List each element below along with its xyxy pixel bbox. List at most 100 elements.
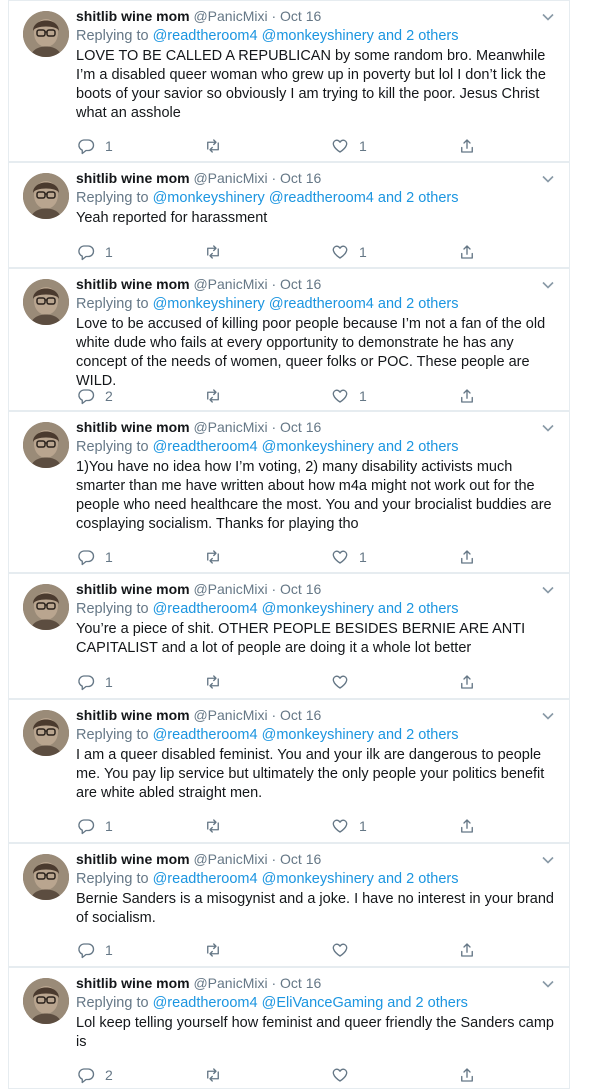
tweet-date[interactable]: Oct 16	[280, 851, 321, 867]
reply-button[interactable]: 2	[77, 1065, 113, 1085]
display-name[interactable]: shitlib wine mom	[76, 851, 190, 867]
avatar[interactable]	[23, 11, 69, 57]
chevron-down-icon[interactable]	[541, 709, 555, 723]
user-handle[interactable]: @PanicMixi	[193, 8, 267, 24]
retweet-button[interactable]	[204, 242, 232, 262]
share-button[interactable]	[458, 672, 476, 692]
replying-and[interactable]: and	[378, 601, 402, 617]
user-handle[interactable]: @PanicMixi	[193, 975, 267, 991]
mention-link[interactable]: @readtheroom4	[153, 995, 258, 1011]
display-name[interactable]: shitlib wine mom	[76, 276, 190, 292]
tweet[interactable]: shitlib wine mom @PanicMixi · Oct 16 Rep…	[8, 268, 570, 411]
retweet-button[interactable]	[204, 386, 232, 406]
mention-link[interactable]: @monkeyshinery	[262, 727, 374, 743]
mention-link[interactable]: @monkeyshinery	[262, 439, 374, 455]
others-link[interactable]: 2 others	[406, 727, 458, 743]
avatar[interactable]	[23, 279, 69, 325]
mention-link[interactable]: @monkeyshinery	[262, 871, 374, 887]
others-link[interactable]: 2 others	[406, 190, 458, 206]
mention-link[interactable]: @readtheroom4	[269, 190, 374, 206]
user-handle[interactable]: @PanicMixi	[193, 581, 267, 597]
replying-and[interactable]: and	[378, 871, 402, 887]
reply-button[interactable]: 1	[77, 672, 113, 692]
display-name[interactable]: shitlib wine mom	[76, 8, 190, 24]
others-link[interactable]: 2 others	[406, 871, 458, 887]
mention-link[interactable]: @monkeyshinery	[153, 296, 265, 312]
others-link[interactable]: 2 others	[416, 995, 468, 1011]
replying-and[interactable]: and	[387, 995, 411, 1011]
tweet[interactable]: shitlib wine mom @PanicMixi · Oct 16 Rep…	[8, 967, 570, 1089]
chevron-down-icon[interactable]	[541, 172, 555, 186]
replying-and[interactable]: and	[378, 28, 402, 44]
like-button[interactable]	[331, 940, 359, 960]
like-button[interactable]: 1	[331, 136, 367, 156]
like-button[interactable]: 1	[331, 386, 367, 406]
avatar[interactable]	[23, 710, 69, 756]
share-button[interactable]	[458, 940, 476, 960]
tweet[interactable]: shitlib wine mom @PanicMixi · Oct 16 Rep…	[8, 573, 570, 699]
avatar[interactable]	[23, 173, 69, 219]
user-handle[interactable]: @PanicMixi	[193, 419, 267, 435]
tweet[interactable]: shitlib wine mom @PanicMixi · Oct 16 Rep…	[8, 843, 570, 967]
display-name[interactable]: shitlib wine mom	[76, 707, 190, 723]
retweet-button[interactable]	[204, 547, 232, 567]
replying-and[interactable]: and	[378, 439, 402, 455]
retweet-button[interactable]	[204, 1065, 232, 1085]
tweet-date[interactable]: Oct 16	[280, 276, 321, 292]
tweet[interactable]: shitlib wine mom @PanicMixi · Oct 16 Rep…	[8, 0, 570, 162]
others-link[interactable]: 2 others	[406, 296, 458, 312]
like-button[interactable]: 1	[331, 816, 367, 836]
user-handle[interactable]: @PanicMixi	[193, 276, 267, 292]
avatar[interactable]	[23, 422, 69, 468]
share-button[interactable]	[458, 816, 476, 836]
mention-link[interactable]: @monkeyshinery	[153, 190, 265, 206]
tweet[interactable]: shitlib wine mom @PanicMixi · Oct 16 Rep…	[8, 411, 570, 573]
tweet-date[interactable]: Oct 16	[280, 170, 321, 186]
replying-and[interactable]: and	[378, 727, 402, 743]
user-handle[interactable]: @PanicMixi	[193, 851, 267, 867]
like-button[interactable]	[331, 672, 359, 692]
retweet-button[interactable]	[204, 816, 232, 836]
chevron-down-icon[interactable]	[541, 853, 555, 867]
reply-button[interactable]: 1	[77, 242, 113, 262]
chevron-down-icon[interactable]	[541, 10, 555, 24]
reply-button[interactable]: 2	[77, 386, 113, 406]
tweet[interactable]: shitlib wine mom @PanicMixi · Oct 16 Rep…	[8, 699, 570, 843]
display-name[interactable]: shitlib wine mom	[76, 975, 190, 991]
share-button[interactable]	[458, 136, 476, 156]
retweet-button[interactable]	[204, 940, 232, 960]
chevron-down-icon[interactable]	[541, 278, 555, 292]
reply-button[interactable]: 1	[77, 136, 113, 156]
avatar[interactable]	[23, 854, 69, 900]
tweet[interactable]: shitlib wine mom @PanicMixi · Oct 16 Rep…	[8, 162, 570, 268]
mention-link[interactable]: @readtheroom4	[153, 601, 258, 617]
mention-link[interactable]: @monkeyshinery	[262, 601, 374, 617]
user-handle[interactable]: @PanicMixi	[193, 707, 267, 723]
mention-link[interactable]: @readtheroom4	[269, 296, 374, 312]
mention-link[interactable]: @readtheroom4	[153, 28, 258, 44]
tweet-date[interactable]: Oct 16	[280, 707, 321, 723]
display-name[interactable]: shitlib wine mom	[76, 581, 190, 597]
share-button[interactable]	[458, 1065, 476, 1085]
retweet-button[interactable]	[204, 672, 232, 692]
share-button[interactable]	[458, 386, 476, 406]
mention-link[interactable]: @EliVanceGaming	[262, 995, 384, 1011]
display-name[interactable]: shitlib wine mom	[76, 419, 190, 435]
tweet-date[interactable]: Oct 16	[280, 581, 321, 597]
others-link[interactable]: 2 others	[406, 601, 458, 617]
reply-button[interactable]: 1	[77, 547, 113, 567]
tweet-date[interactable]: Oct 16	[280, 419, 321, 435]
chevron-down-icon[interactable]	[541, 421, 555, 435]
like-button[interactable]	[331, 1065, 359, 1085]
mention-link[interactable]: @readtheroom4	[153, 871, 258, 887]
like-button[interactable]: 1	[331, 547, 367, 567]
replying-and[interactable]: and	[378, 296, 402, 312]
display-name[interactable]: shitlib wine mom	[76, 170, 190, 186]
share-button[interactable]	[458, 547, 476, 567]
like-button[interactable]: 1	[331, 242, 367, 262]
chevron-down-icon[interactable]	[541, 583, 555, 597]
tweet-date[interactable]: Oct 16	[280, 975, 321, 991]
others-link[interactable]: 2 others	[406, 28, 458, 44]
user-handle[interactable]: @PanicMixi	[193, 170, 267, 186]
reply-button[interactable]: 1	[77, 816, 113, 836]
